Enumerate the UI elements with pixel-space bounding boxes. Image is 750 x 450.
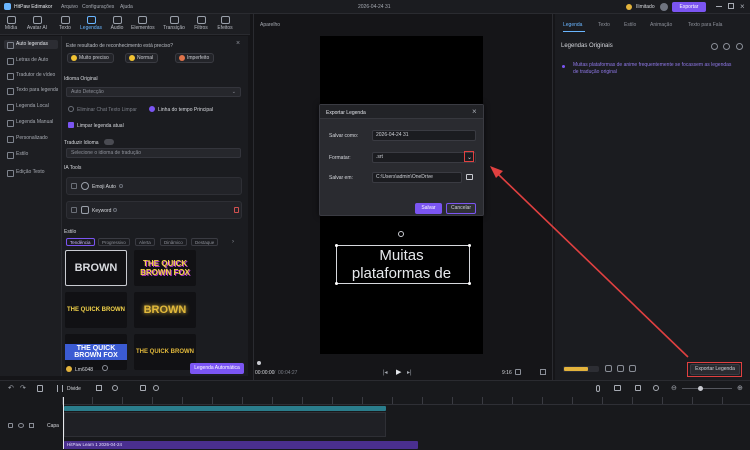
annotation-arrow-line xyxy=(497,173,689,358)
annotation-arrow xyxy=(490,166,689,358)
